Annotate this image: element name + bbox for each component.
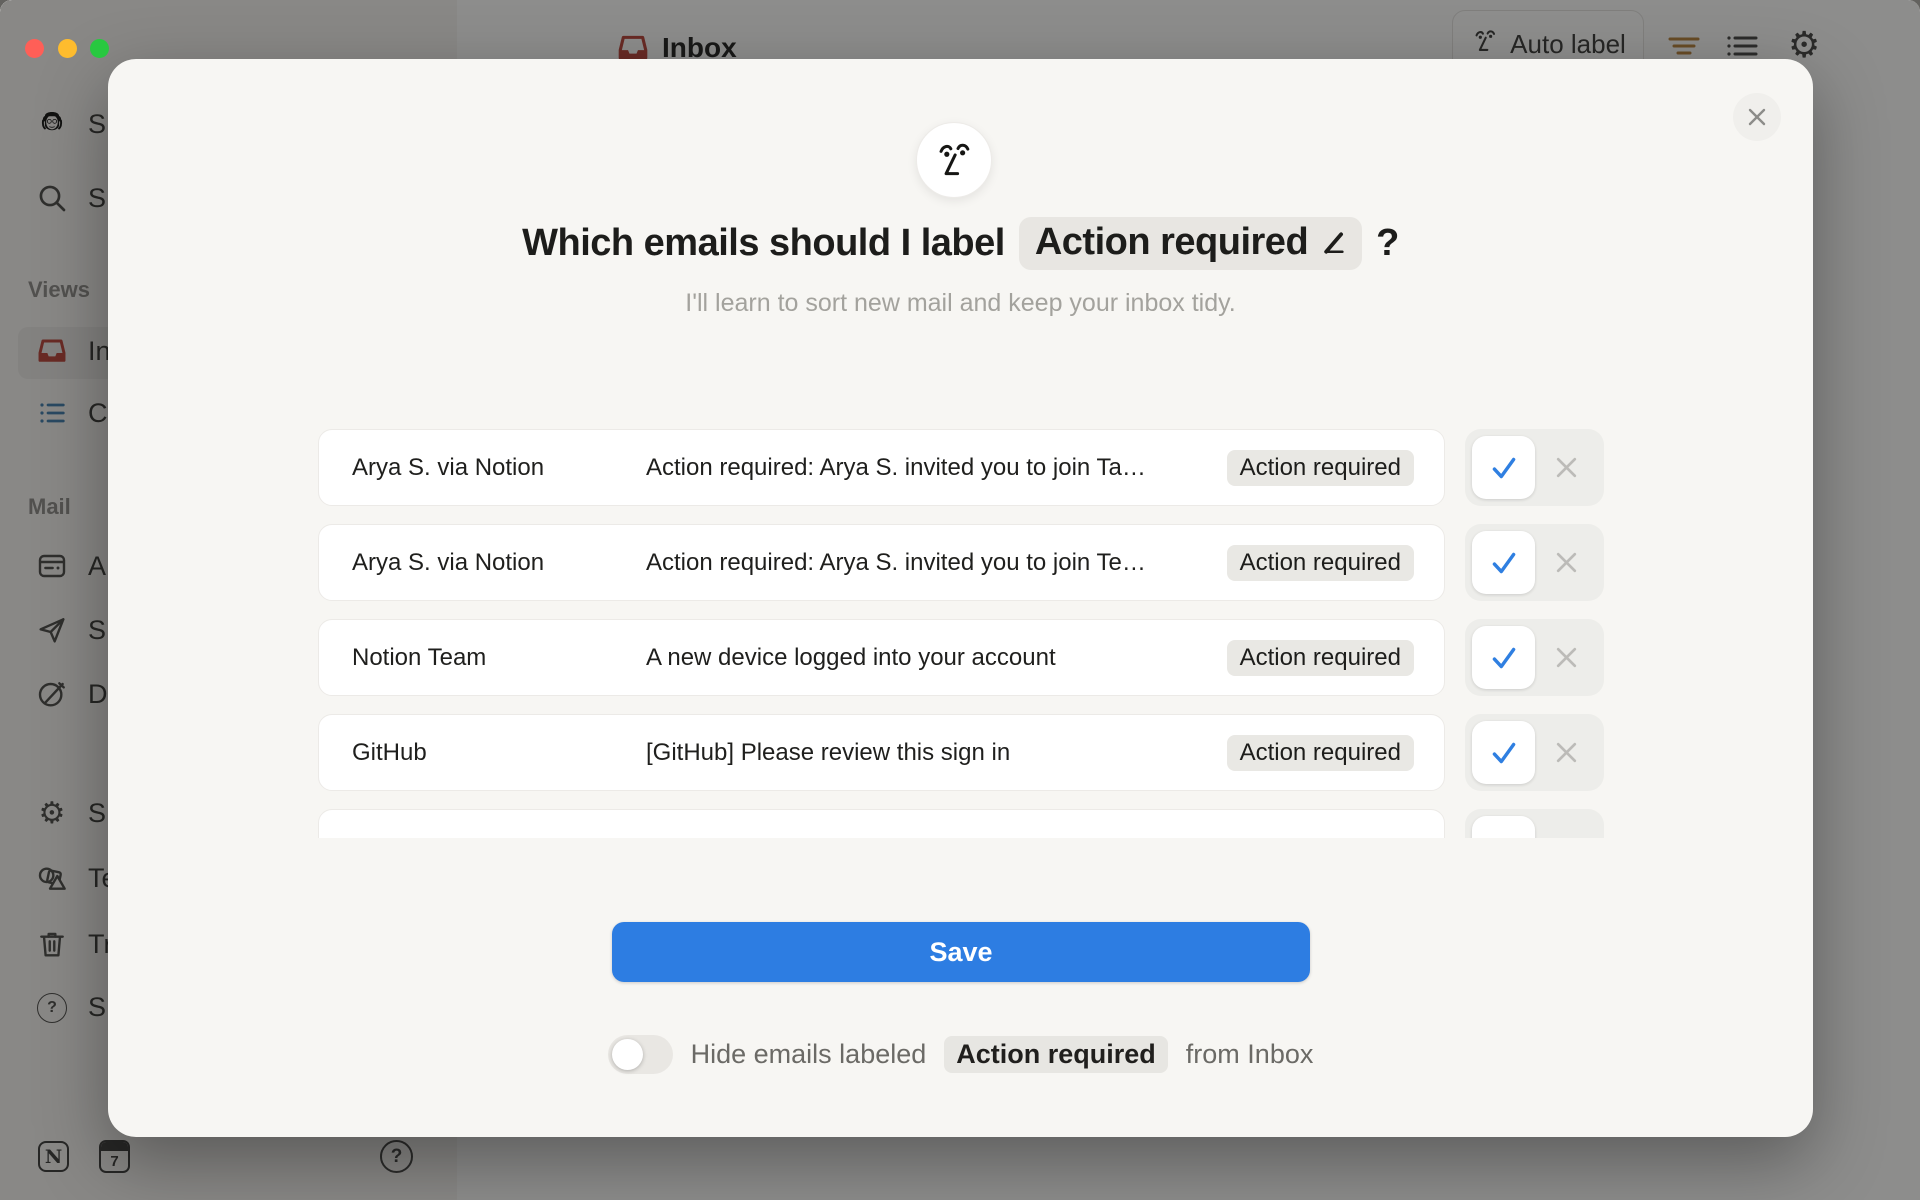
check-icon xyxy=(1488,452,1520,484)
approve-button[interactable] xyxy=(1472,436,1535,499)
email-card xyxy=(318,809,1445,838)
hide-toggle-suffix: from Inbox xyxy=(1186,1039,1314,1070)
x-icon xyxy=(1553,739,1580,766)
email-card: GitHub [GitHub] Please review this sign … xyxy=(318,714,1445,791)
x-icon xyxy=(1553,549,1580,576)
check-icon xyxy=(1488,547,1520,579)
reject-button[interactable] xyxy=(1535,454,1597,481)
hide-labeled-toggle[interactable] xyxy=(608,1035,673,1074)
toggle-knob xyxy=(612,1039,643,1070)
hide-toggle-label-chip: Action required xyxy=(944,1036,1168,1073)
window-zoom-button[interactable] xyxy=(90,39,109,58)
dialog-subtitle: I'll learn to sort new mail and keep you… xyxy=(108,289,1813,318)
label-badge: Action required xyxy=(1227,735,1414,771)
email-card: Arya S. via Notion Action required: Arya… xyxy=(318,429,1445,506)
auto-label-dialog: Which emails should I label Action requi… xyxy=(108,59,1813,1137)
label-badge: Action required xyxy=(1227,545,1414,581)
email-sender: Notion Team xyxy=(352,644,646,672)
auto-label-face-icon xyxy=(931,137,977,183)
dialog-title: Which emails should I label Action requi… xyxy=(108,217,1813,270)
close-button[interactable] xyxy=(1733,93,1781,141)
email-subject: [GitHub] Please review this sign in xyxy=(646,739,1227,767)
email-subject: A new device logged into your account xyxy=(646,644,1227,672)
email-sender: GitHub xyxy=(352,739,646,767)
label-badge: Action required xyxy=(1227,640,1414,676)
label-badge: Action required xyxy=(1227,450,1414,486)
table-row-partial xyxy=(318,809,1604,838)
email-card: Arya S. via Notion Action required: Arya… xyxy=(318,524,1445,601)
email-subject: Action required: Arya S. invited you to … xyxy=(646,549,1227,577)
hide-labeled-row: Hide emails labeled Action required from… xyxy=(108,1035,1813,1074)
hide-toggle-prefix: Hide emails labeled xyxy=(691,1039,927,1070)
table-row: GitHub [GitHub] Please review this sign … xyxy=(318,714,1604,791)
email-subject: Action required: Arya S. invited you to … xyxy=(646,454,1227,482)
table-row: Notion Team A new device logged into you… xyxy=(318,619,1604,696)
dialog-title-suffix: ? xyxy=(1376,222,1399,265)
approve-button[interactable] xyxy=(1472,626,1535,689)
approve-reject-control xyxy=(1465,619,1604,696)
label-chip-text: Action required xyxy=(1035,221,1308,264)
window-minimize-button[interactable] xyxy=(58,39,77,58)
approve-button[interactable] xyxy=(1472,531,1535,594)
x-icon xyxy=(1553,644,1580,671)
edit-pencil-icon xyxy=(1318,228,1348,258)
table-row: Arya S. via Notion Action required: Arya… xyxy=(318,429,1604,506)
approve-button[interactable] xyxy=(1472,816,1535,838)
reject-button[interactable] xyxy=(1535,549,1597,576)
approve-reject-control xyxy=(1465,714,1604,791)
approve-reject-control xyxy=(1465,809,1604,838)
approve-button[interactable] xyxy=(1472,721,1535,784)
mail-app-window: S S Views In xyxy=(0,0,1920,1200)
email-card: Notion Team A new device logged into you… xyxy=(318,619,1445,696)
email-sender: Arya S. via Notion xyxy=(352,549,646,577)
label-chip-editable[interactable]: Action required xyxy=(1019,217,1362,270)
dialog-title-prefix: Which emails should I label xyxy=(522,222,1005,265)
check-icon xyxy=(1488,642,1520,674)
email-sender: Arya S. via Notion xyxy=(352,454,646,482)
save-button[interactable]: Save xyxy=(612,922,1310,982)
approve-reject-control xyxy=(1465,429,1604,506)
approve-reject-control xyxy=(1465,524,1604,601)
window-close-button[interactable] xyxy=(25,39,44,58)
reject-button[interactable] xyxy=(1535,739,1597,766)
close-icon xyxy=(1744,104,1770,130)
table-row: Arya S. via Notion Action required: Arya… xyxy=(318,524,1604,601)
x-icon xyxy=(1553,454,1580,481)
screen: S S Views In xyxy=(0,0,1920,1200)
check-icon xyxy=(1488,737,1520,769)
email-sample-list: Arya S. via Notion Action required: Arya… xyxy=(318,429,1604,838)
reject-button[interactable] xyxy=(1535,644,1597,671)
auto-label-badge xyxy=(916,122,992,198)
